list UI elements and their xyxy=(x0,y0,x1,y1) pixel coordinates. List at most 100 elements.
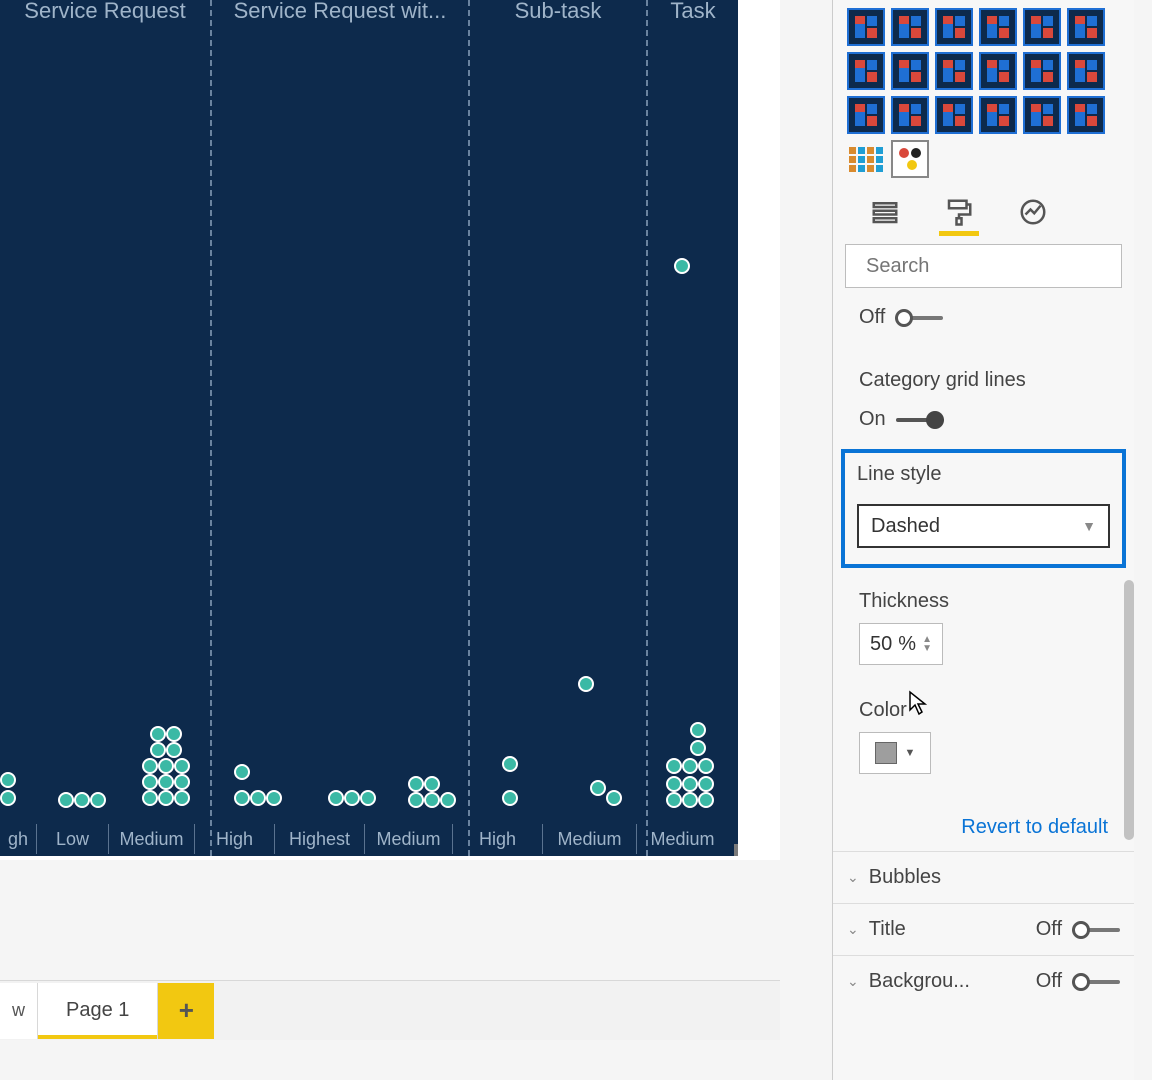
format-tab[interactable] xyxy=(937,192,981,232)
title-toggle[interactable] xyxy=(1072,921,1120,939)
data-point[interactable] xyxy=(174,790,190,806)
data-point[interactable] xyxy=(606,790,622,806)
custom-visual-tile[interactable] xyxy=(1023,8,1061,46)
background-section[interactable]: ⌄ Backgrou... Off xyxy=(833,955,1134,1007)
custom-visual-tile[interactable] xyxy=(935,8,973,46)
data-point[interactable] xyxy=(682,792,698,808)
data-point[interactable] xyxy=(698,792,714,808)
data-point[interactable] xyxy=(328,790,344,806)
data-point[interactable] xyxy=(158,790,174,806)
custom-visual-tile[interactable] xyxy=(1023,96,1061,134)
data-point[interactable] xyxy=(142,774,158,790)
custom-visual-tile[interactable] xyxy=(847,8,885,46)
thickness-input[interactable]: 50 % ▲▼ xyxy=(859,623,943,665)
data-point[interactable] xyxy=(166,726,182,742)
line-style-dropdown[interactable]: Dashed ▼ xyxy=(857,504,1110,548)
custom-visual-tile[interactable] xyxy=(891,96,929,134)
custom-visual-tile[interactable] xyxy=(979,52,1017,90)
data-point[interactable] xyxy=(360,790,376,806)
fields-tab[interactable] xyxy=(863,192,907,232)
line-style-value: Dashed xyxy=(871,515,940,538)
data-point[interactable] xyxy=(266,790,282,806)
data-point[interactable] xyxy=(166,742,182,758)
data-point[interactable] xyxy=(502,756,518,772)
dot-plot-visual-icon[interactable] xyxy=(891,140,929,178)
data-point[interactable] xyxy=(408,792,424,808)
x-label: Medium xyxy=(542,824,636,854)
custom-visual-tile[interactable] xyxy=(847,52,885,90)
page-tab-page1[interactable]: Page 1 xyxy=(38,983,158,1039)
data-point[interactable] xyxy=(0,772,16,788)
data-point[interactable] xyxy=(234,790,250,806)
data-point[interactable] xyxy=(682,776,698,792)
data-point[interactable] xyxy=(666,792,682,808)
data-point[interactable] xyxy=(158,758,174,774)
visual-resize-handle[interactable] xyxy=(734,844,738,856)
data-point[interactable] xyxy=(74,792,90,808)
data-point[interactable] xyxy=(440,792,456,808)
thickness-spinner[interactable]: ▲▼ xyxy=(922,635,932,653)
custom-visual-tile[interactable] xyxy=(935,96,973,134)
data-point[interactable] xyxy=(502,790,518,806)
data-point[interactable] xyxy=(674,258,690,274)
caret-down-icon: ▼ xyxy=(905,747,916,759)
pane-scrollbar[interactable] xyxy=(1124,580,1134,840)
data-point[interactable] xyxy=(666,758,682,774)
column-headers: Service Request Service Request wit... S… xyxy=(0,0,738,34)
search-input[interactable] xyxy=(866,255,1131,278)
data-point[interactable] xyxy=(578,676,594,692)
data-point[interactable] xyxy=(174,758,190,774)
format-search[interactable] xyxy=(845,244,1122,288)
title-section[interactable]: ⌄ Title Off xyxy=(833,903,1134,955)
paint-roller-icon xyxy=(944,197,974,227)
data-point[interactable] xyxy=(690,722,706,738)
custom-visual-tile[interactable] xyxy=(1067,8,1105,46)
background-toggle[interactable] xyxy=(1072,973,1120,991)
custom-visual-tile[interactable] xyxy=(979,8,1017,46)
x-label: Medium xyxy=(636,824,728,854)
custom-visual-tile[interactable] xyxy=(1067,96,1105,134)
page-tab-partial[interactable]: w xyxy=(0,983,38,1039)
custom-visual-tile[interactable] xyxy=(1023,52,1061,90)
custom-visual-tile[interactable] xyxy=(1067,52,1105,90)
add-page-button[interactable]: + xyxy=(158,983,214,1039)
thickness-label: Thickness xyxy=(859,572,1118,623)
custom-visual-tile[interactable] xyxy=(891,8,929,46)
analytics-tab[interactable] xyxy=(1011,192,1055,232)
dot-plot-visual[interactable]: Service Request Service Request wit... S… xyxy=(0,0,738,856)
data-point[interactable] xyxy=(698,758,714,774)
custom-visual-tile[interactable] xyxy=(891,52,929,90)
data-point[interactable] xyxy=(344,790,360,806)
col-header-service-request: Service Request xyxy=(24,0,185,24)
color-picker[interactable]: ▼ xyxy=(859,732,931,774)
generic-toggle[interactable] xyxy=(895,309,943,327)
bubbles-section[interactable]: ⌄ Bubbles xyxy=(833,851,1134,903)
data-point[interactable] xyxy=(150,742,166,758)
data-point[interactable] xyxy=(58,792,74,808)
category-grid-lines-toggle[interactable] xyxy=(896,411,944,429)
data-point[interactable] xyxy=(424,792,440,808)
data-point[interactable] xyxy=(142,790,158,806)
custom-visual-tile[interactable] xyxy=(979,96,1017,134)
data-point[interactable] xyxy=(234,764,250,780)
data-point[interactable] xyxy=(682,758,698,774)
custom-visual-tile[interactable] xyxy=(935,52,973,90)
data-point[interactable] xyxy=(174,774,190,790)
custom-visual-tile[interactable] xyxy=(847,96,885,134)
thickness-unit: % xyxy=(898,633,916,656)
revert-to-default-link[interactable]: Revert to default xyxy=(961,816,1108,838)
data-point[interactable] xyxy=(150,726,166,742)
data-point[interactable] xyxy=(142,758,158,774)
data-point[interactable] xyxy=(90,792,106,808)
data-point[interactable] xyxy=(408,776,424,792)
background-label: Backgrou... xyxy=(869,970,970,993)
data-point[interactable] xyxy=(158,774,174,790)
data-point[interactable] xyxy=(698,776,714,792)
data-point[interactable] xyxy=(250,790,266,806)
data-point[interactable] xyxy=(424,776,440,792)
data-point[interactable] xyxy=(690,740,706,756)
matrix-visual-icon[interactable] xyxy=(847,140,885,178)
data-point[interactable] xyxy=(0,790,16,806)
data-point[interactable] xyxy=(666,776,682,792)
data-point[interactable] xyxy=(590,780,606,796)
